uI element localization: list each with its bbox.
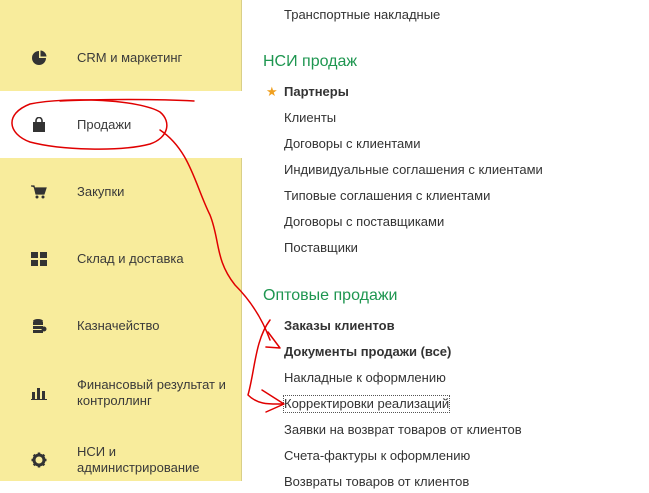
sidebar-item-label: Финансовый результат и контроллинг: [77, 376, 226, 408]
sidebar-item-purchases[interactable]: Закупки: [0, 158, 241, 225]
favorite-star-icon[interactable]: ★: [266, 84, 278, 100]
sidebar-item-label: CRM и маркетинг: [77, 49, 183, 65]
sidebar-item-sales[interactable]: Продажи: [0, 91, 242, 158]
shopping-bag-icon: [30, 116, 48, 134]
link-sales-documents-all[interactable]: Документы продажи (все): [284, 344, 451, 360]
sidebar-item-financial-result[interactable]: Финансовый результат и контроллинг: [0, 359, 241, 426]
link-supplier-contracts[interactable]: Договоры с поставщиками: [284, 214, 444, 230]
pie-chart-icon: [30, 49, 48, 67]
sidebar-item-warehouse[interactable]: Склад и доставка: [0, 225, 241, 292]
warehouse-grid-icon: [30, 250, 48, 268]
link-sales-adjustments[interactable]: Корректировки реализаций: [282, 395, 451, 413]
link-individual-agreements[interactable]: Индивидуальные соглашения с клиентами: [284, 162, 543, 178]
sidebar-item-crm[interactable]: CRM и маркетинг: [0, 24, 241, 91]
link-invoices-to-issue[interactable]: Счета-фактуры к оформлению: [284, 448, 470, 464]
group-title-wholesale: Оптовые продажи: [263, 287, 398, 304]
link-client-contracts[interactable]: Договоры с клиентами: [284, 136, 420, 152]
link-waybills-to-issue[interactable]: Накладные к оформлению: [284, 370, 446, 386]
link-transport-waybills[interactable]: Транспортные накладные: [284, 7, 440, 23]
sidebar-item-treasury[interactable]: Казначейство: [0, 292, 241, 359]
section-content: Транспортные накладные НСИ продаж ★ Парт…: [242, 0, 649, 489]
sidebar-item-label: Закупки: [77, 183, 125, 199]
link-client-returns[interactable]: Возвраты товаров от клиентов: [284, 474, 469, 490]
link-suppliers[interactable]: Поставщики: [284, 240, 358, 256]
link-partners[interactable]: Партнеры: [284, 84, 349, 100]
sidebar-item-label: Казначейство: [77, 317, 160, 333]
gear-icon: [30, 451, 48, 469]
coins-stack-icon: [30, 317, 48, 335]
sidebar-item-label: НСИ и администрирование: [77, 443, 200, 475]
bar-chart-icon: [30, 384, 48, 402]
sidebar-item-label: Продажи: [77, 116, 132, 132]
sidebar-item-label: Склад и доставка: [77, 250, 184, 266]
sections-sidebar: CRM и маркетинг Продажи Закупки Склад и …: [0, 0, 242, 481]
link-clients[interactable]: Клиенты: [284, 110, 336, 126]
shopping-cart-icon: [30, 183, 48, 201]
link-return-requests[interactable]: Заявки на возврат товаров от клиентов: [284, 422, 522, 438]
link-client-orders[interactable]: Заказы клиентов: [284, 318, 395, 334]
sidebar-item-admin[interactable]: НСИ и администрирование: [0, 426, 241, 493]
link-standard-agreements[interactable]: Типовые соглашения с клиентами: [284, 188, 490, 204]
group-title-nsi-sales: НСИ продаж: [263, 53, 358, 70]
